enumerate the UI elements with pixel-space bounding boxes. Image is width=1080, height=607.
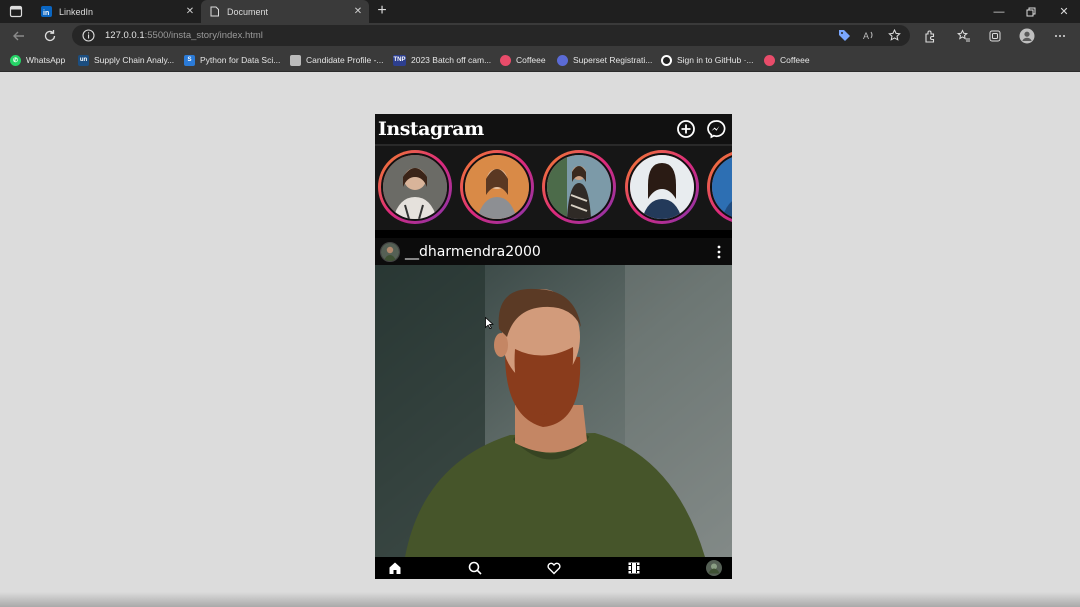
section-divider <box>375 230 732 238</box>
more-options-icon[interactable] <box>712 244 726 260</box>
app-header: Instagram <box>375 114 732 144</box>
new-tab-icon[interactable]: + <box>374 2 390 20</box>
instagram-app: Instagram __dharmendra2000 <box>375 114 732 579</box>
tab-document[interactable]: Document ✕ <box>201 0 369 23</box>
post-header: __dharmendra2000 <box>375 238 732 265</box>
superset-icon <box>557 54 568 66</box>
restore-icon[interactable] <box>1015 0 1047 23</box>
coffee-icon <box>764 54 775 66</box>
story-avatar[interactable] <box>378 150 452 224</box>
back-icon[interactable] <box>11 28 27 44</box>
toolbar: 127.0.0.1:5500/insta_story/index.html A <box>0 23 1080 48</box>
messenger-icon[interactable] <box>706 119 726 139</box>
bookmark-coffeee[interactable]: Coffeee <box>500 53 546 67</box>
tab-actions-icon[interactable] <box>8 4 24 19</box>
skillup-icon: S <box>184 54 195 66</box>
search-icon[interactable] <box>467 560 483 576</box>
url-host: 127.0.0.1 <box>105 30 145 41</box>
profile-icon[interactable] <box>1019 28 1035 44</box>
bookmark-label: Candidate Profile -... <box>306 55 384 65</box>
favorite-star-icon[interactable] <box>887 28 901 42</box>
linkedin-icon: in <box>41 6 52 17</box>
stories-tray[interactable] <box>375 144 732 230</box>
bookmark-whatsapp[interactable]: ✆ WhatsApp <box>10 53 65 67</box>
svg-text:in: in <box>43 10 49 17</box>
bookmark-label: Supply Chain Analy... <box>94 55 175 65</box>
github-icon <box>661 54 672 66</box>
reload-icon[interactable] <box>42 28 58 44</box>
close-icon[interactable]: ✕ <box>351 6 365 17</box>
document-icon <box>290 54 301 66</box>
post-author-avatar[interactable] <box>380 242 400 262</box>
bookmark-label: WhatsApp <box>26 55 66 65</box>
bookmark-label: Sign in to GitHub ·... <box>677 55 754 65</box>
page-bottom-shadow <box>0 592 1080 607</box>
post-image[interactable] <box>375 265 732 557</box>
bookmark-python[interactable]: S Python for Data Sci... <box>184 53 280 67</box>
more-menu-icon[interactable] <box>1052 28 1068 44</box>
mouse-cursor-icon <box>485 316 494 330</box>
bookmarks-bar: ✆ WhatsApp un Supply Chain Analy... S Py… <box>0 48 1080 72</box>
bookmark-candidate-profile[interactable]: Candidate Profile -... <box>290 53 383 67</box>
collections-icon[interactable] <box>987 28 1003 44</box>
home-icon[interactable] <box>387 560 403 576</box>
close-icon[interactable]: ✕ <box>183 6 197 17</box>
instagram-logo[interactable]: Instagram <box>378 118 484 140</box>
address-bar[interactable]: 127.0.0.1:5500/insta_story/index.html A <box>72 25 910 46</box>
tab-linkedin[interactable]: in LinkedIn ✕ <box>33 0 201 23</box>
coffee-icon <box>500 54 511 66</box>
bookmark-label: Superset Registrati... <box>573 55 653 65</box>
bookmark-label: Coffeee <box>780 55 810 65</box>
tab-title: Document <box>227 6 269 17</box>
bookmark-supply-chain[interactable]: un Supply Chain Analy... <box>78 53 174 67</box>
page-viewport: Instagram __dharmendra2000 <box>0 72 1080 607</box>
minimize-icon[interactable]: — <box>983 0 1015 23</box>
post-username[interactable]: __dharmendra2000 <box>405 244 541 260</box>
story-avatar[interactable] <box>542 150 616 224</box>
bookmark-label: Coffeee <box>516 55 546 65</box>
url-path: :5500/insta_story/index.html <box>144 30 263 41</box>
tab-title: LinkedIn <box>59 6 94 17</box>
bookmark-batch[interactable]: TNP 2023 Batch off cam... <box>393 53 491 67</box>
add-post-icon[interactable] <box>676 119 696 139</box>
url-text: 127.0.0.1:5500/insta_story/index.html <box>105 30 263 41</box>
info-icon[interactable] <box>82 29 95 42</box>
story-avatar[interactable] <box>460 150 534 224</box>
extensions-icon[interactable] <box>922 28 938 44</box>
bookmark-coffeee-2[interactable]: Coffeee <box>764 53 810 67</box>
unstop-icon: un <box>78 54 89 66</box>
reels-icon[interactable] <box>626 560 642 576</box>
coupon-tag-icon[interactable] <box>837 28 851 42</box>
bookmark-github[interactable]: Sign in to GitHub ·... <box>661 53 754 67</box>
favorites-icon[interactable] <box>956 28 972 44</box>
story-avatar[interactable] <box>707 150 732 224</box>
bottom-nav <box>375 557 732 579</box>
heart-icon[interactable] <box>546 560 562 576</box>
bookmark-superset[interactable]: Superset Registrati... <box>557 53 652 67</box>
read-aloud-icon[interactable]: A <box>862 28 876 42</box>
bookmark-label: Python for Data Sci... <box>200 55 281 65</box>
tab-bar: in LinkedIn ✕ Document ✕ + — ✕ <box>0 0 1080 23</box>
svg-text:A: A <box>863 31 869 41</box>
window-close-icon[interactable]: ✕ <box>1048 0 1080 23</box>
story-avatar[interactable] <box>625 150 699 224</box>
document-icon <box>209 6 220 17</box>
bookmark-label: 2023 Batch off cam... <box>411 55 492 65</box>
profile-avatar-icon[interactable] <box>706 560 722 576</box>
whatsapp-icon: ✆ <box>10 54 21 66</box>
tnp-icon: TNP <box>393 54 406 66</box>
